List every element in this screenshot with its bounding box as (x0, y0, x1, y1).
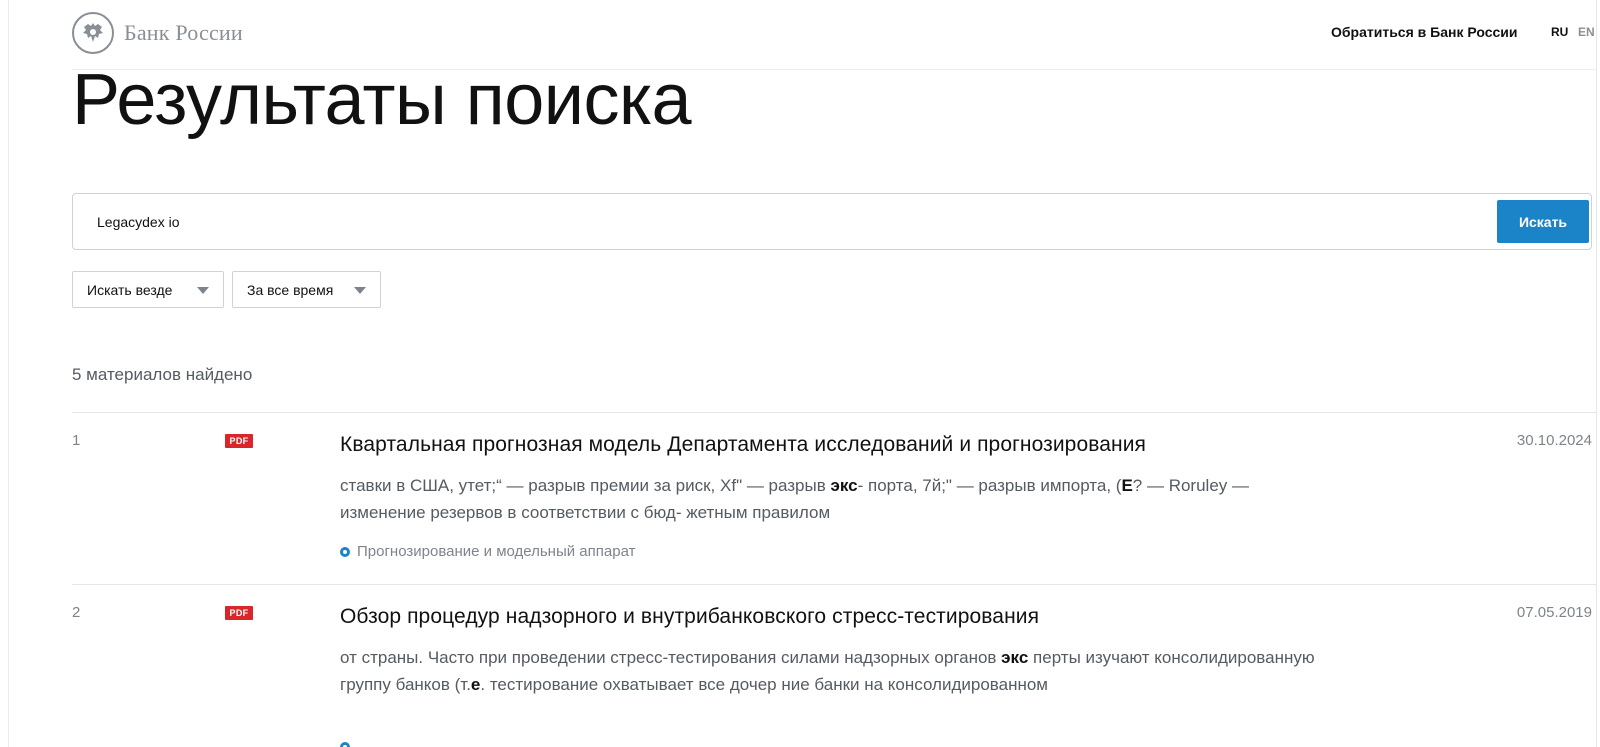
result-category-tag[interactable]: Прогнозирование и модельный аппарат (340, 543, 635, 560)
search-button[interactable]: Искать (1497, 200, 1589, 243)
lang-en-link[interactable]: EN (1578, 25, 1595, 39)
result-title-link[interactable]: Квартальная прогнозная модель Департамен… (340, 433, 1146, 457)
category-dot-icon (340, 742, 350, 747)
snippet-text: . тестирование охватывает все дочер ние … (480, 675, 1048, 694)
result-title-link[interactable]: Обзор процедур надзорного и внутрибанков… (340, 605, 1039, 629)
lang-ru-link[interactable]: RU (1551, 25, 1568, 39)
snippet-text: ставки в США, утет;“ — разрыв премии за … (340, 476, 831, 495)
chevron-down-icon (197, 287, 209, 294)
right-page-rule (1596, 0, 1597, 747)
snippet-highlight: Е (1121, 476, 1133, 495)
result-date: 07.05.2019 (1516, 604, 1592, 621)
category-dot-icon (340, 546, 350, 557)
result-number: 1 (72, 432, 81, 449)
result-date: 30.10.2024 (1516, 432, 1592, 449)
snippet-highlight: е (470, 675, 481, 694)
pdf-icon: PDF (225, 606, 253, 620)
result-category-label: Прогнозирование и модельный аппарат (357, 543, 636, 560)
filter-where-label: Искать везде (87, 281, 173, 298)
search-input[interactable] (97, 212, 1397, 232)
result-number: 2 (72, 604, 81, 621)
result-divider (72, 412, 1596, 413)
filter-when-dropdown[interactable]: За все время (232, 271, 381, 308)
search-box (72, 193, 1592, 250)
chevron-down-icon (354, 287, 366, 294)
double-headed-eagle-icon (72, 12, 114, 54)
logo-text: Банк России (124, 20, 243, 45)
result-category-tag[interactable] (340, 742, 357, 747)
contact-bank-link[interactable]: Обратиться в Банк России (1331, 24, 1517, 40)
result-snippet: от страны. Часто при проведении стресс-т… (340, 644, 1330, 698)
snippet-highlight: экс (1001, 648, 1029, 667)
filter-when-label: За все время (247, 281, 334, 298)
result-snippet: ставки в США, утет;“ — разрыв премии за … (340, 472, 1330, 526)
page-title: Результаты поиска (72, 60, 692, 140)
pdf-icon: PDF (225, 434, 253, 448)
result-divider (72, 584, 1596, 585)
snippet-text: от страны. Часто при проведении стресс-т… (340, 648, 1002, 667)
filter-where-dropdown[interactable]: Искать везде (72, 271, 224, 308)
snippet-highlight: экс (830, 476, 858, 495)
results-count: 5 материалов найдено (72, 365, 253, 384)
bank-logo-link[interactable]: Банк России (72, 12, 243, 54)
snippet-text: - порта, 7й;" — разрыв импорта, ( (857, 476, 1122, 495)
left-page-rule (8, 0, 9, 747)
